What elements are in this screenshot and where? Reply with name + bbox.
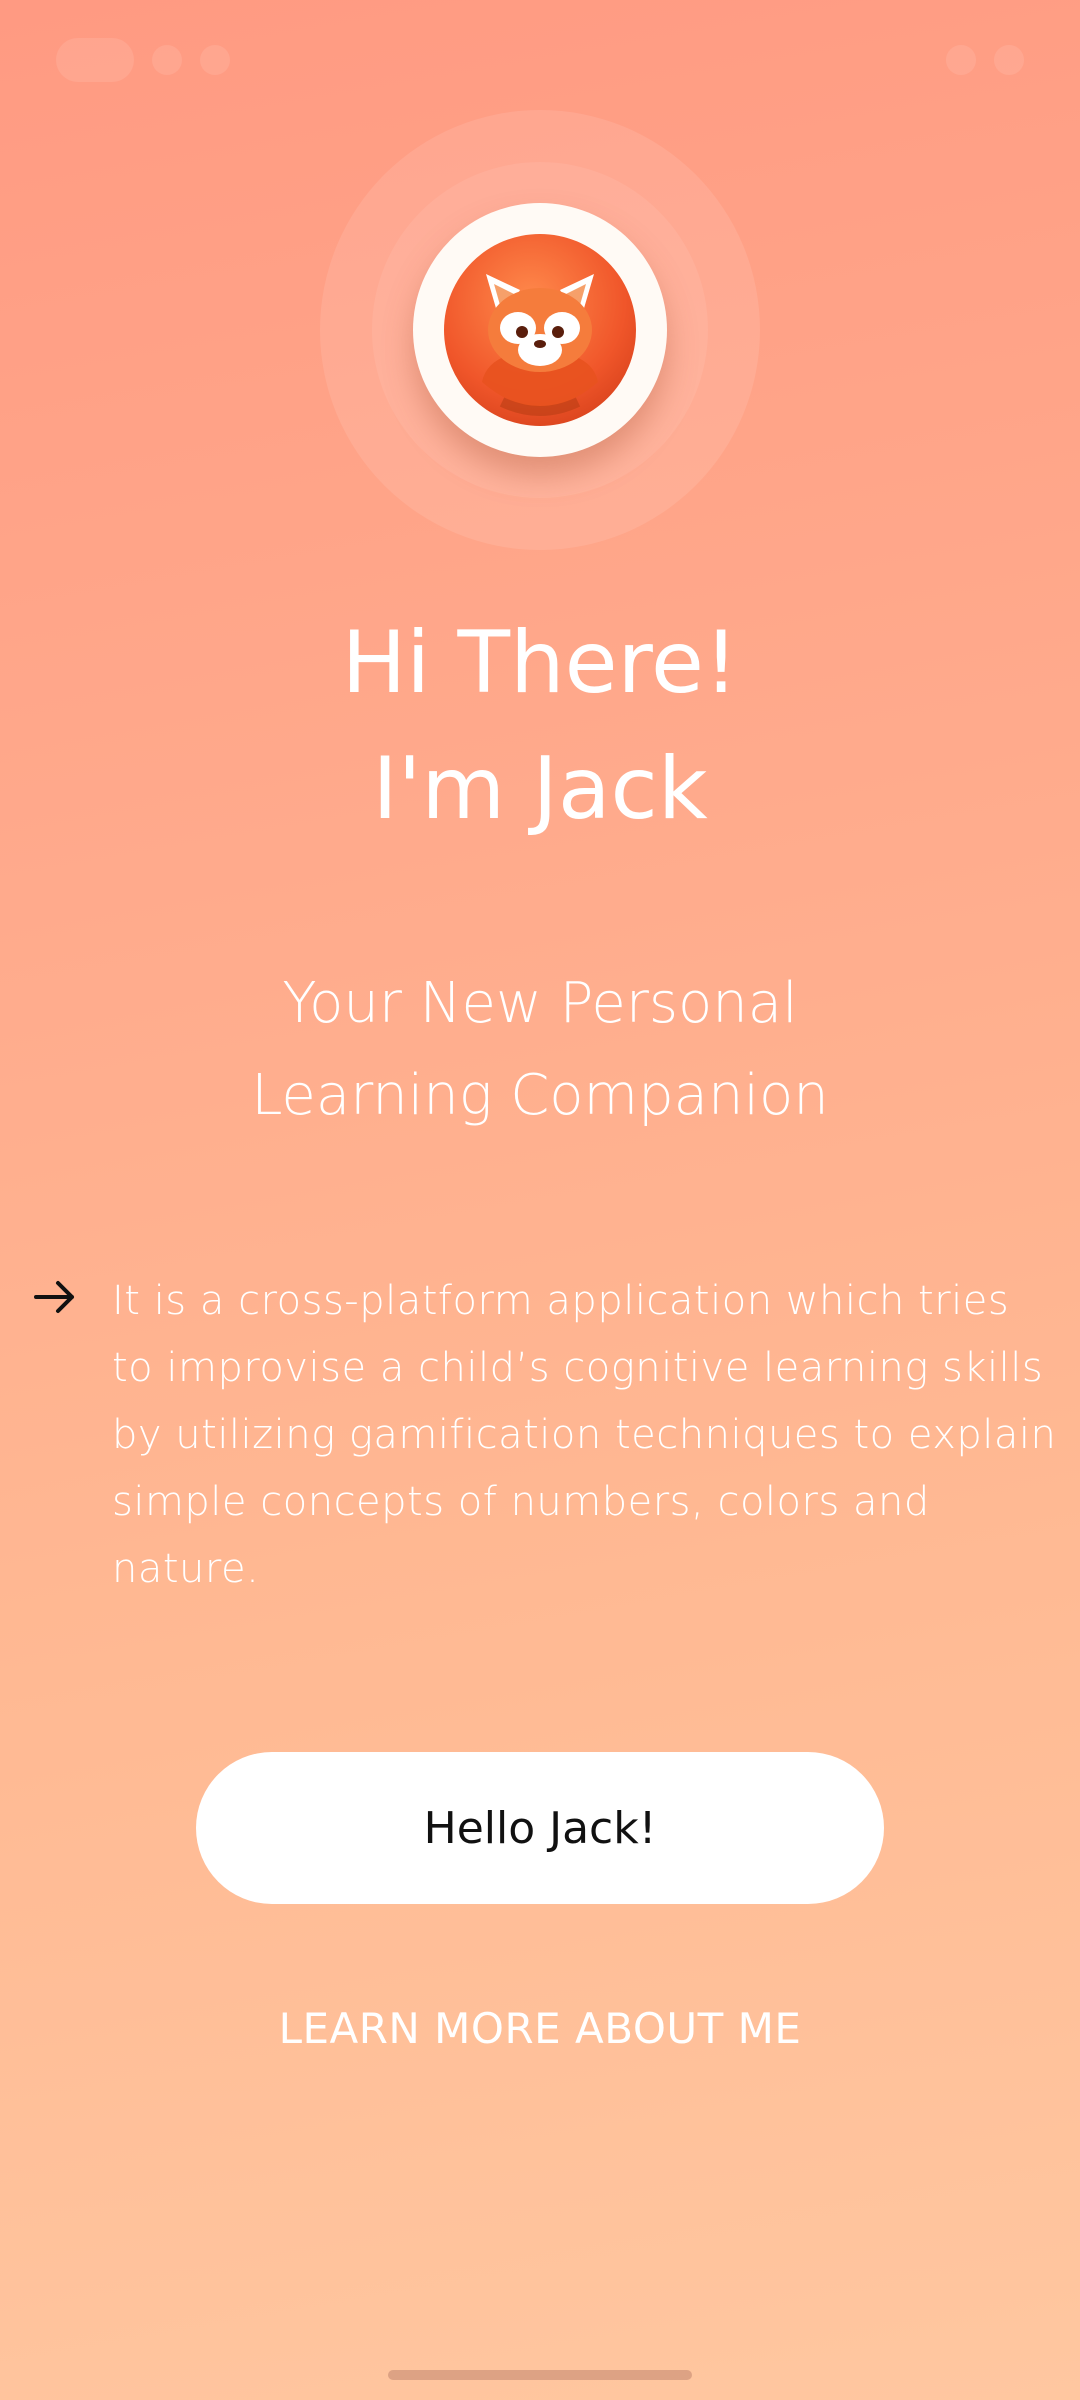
status-bar-left <box>56 38 230 82</box>
subtitle-line-2: Learning Companion <box>251 1063 829 1128</box>
hello-jack-button[interactable]: Hello Jack! <box>196 1752 884 1904</box>
status-pill <box>56 38 134 82</box>
red-panda-icon <box>444 234 636 426</box>
welcome-screen: Hi There! I'm Jack Your New Personal Lea… <box>0 0 1080 2400</box>
status-bar-right <box>946 45 1024 75</box>
wifi-icon <box>946 45 976 75</box>
status-bar <box>0 0 1080 120</box>
greeting-line-1: Hi There! <box>341 613 739 713</box>
battery-icon <box>994 45 1024 75</box>
app-description: It is a cross-platform application which… <box>112 1278 1057 1592</box>
home-indicator[interactable] <box>388 2370 692 2380</box>
notification-icon <box>152 45 182 75</box>
greeting-title: Hi There! I'm Jack <box>0 600 1080 852</box>
subtitle-line-1: Your New Personal <box>282 971 798 1036</box>
notification-icon <box>200 45 230 75</box>
arrow-right-icon <box>34 1281 74 1313</box>
avatar <box>413 203 667 457</box>
learn-more-link[interactable]: LEARN MORE ABOUT ME <box>0 2004 1080 2053</box>
greeting-line-2: I'm Jack <box>372 739 708 839</box>
subtitle: Your New Personal Learning Companion <box>0 958 1080 1142</box>
